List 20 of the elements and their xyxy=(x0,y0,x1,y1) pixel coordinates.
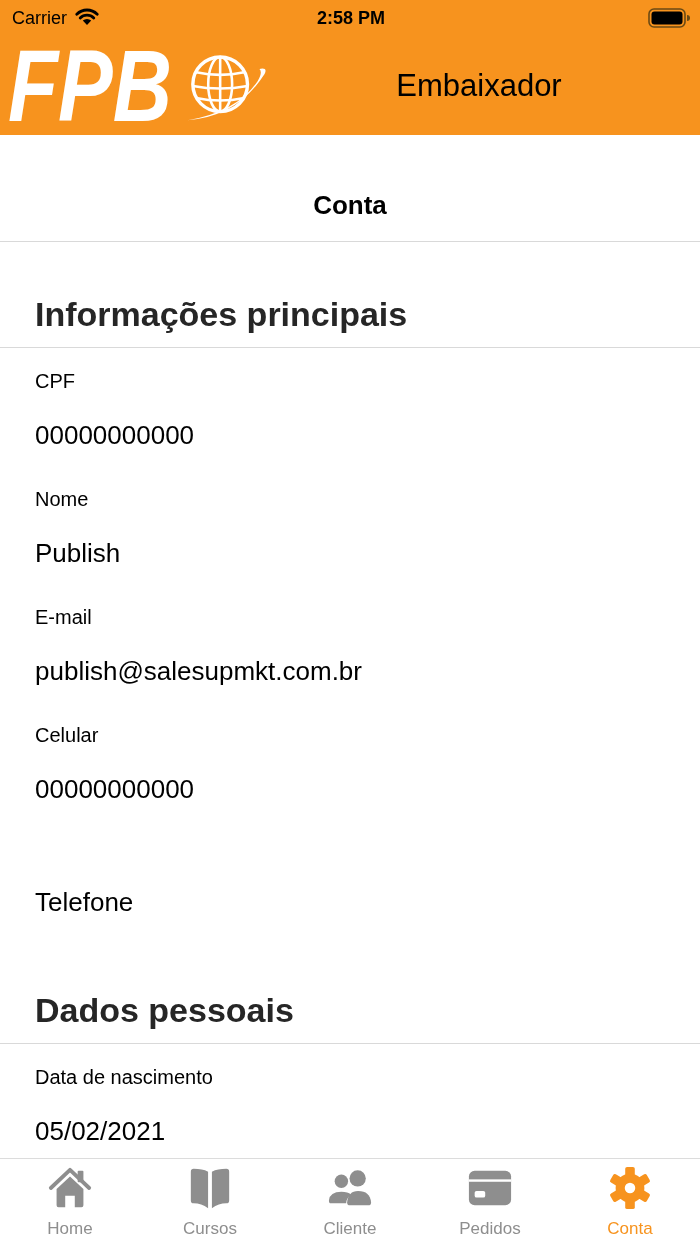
text-field[interactable]: 00000000000 xyxy=(35,419,195,451)
text-field[interactable]: publish@salesupmkt.com.br xyxy=(35,655,362,687)
wifi-icon xyxy=(75,7,99,25)
field-label: E-mail xyxy=(35,605,92,629)
text-field[interactable]: 05/02/2021 xyxy=(35,1115,166,1147)
clock-time: 2:58 PM xyxy=(317,7,385,29)
app-title: Embaixador xyxy=(396,67,562,104)
section-heading: Dados pessoais xyxy=(35,991,294,1029)
carrier-name: Carrier xyxy=(12,7,67,29)
text-field[interactable]: 00000000000 xyxy=(35,773,195,805)
field-label: CPF xyxy=(35,369,75,393)
field-label: Celular xyxy=(35,723,99,747)
battery-icon xyxy=(648,8,690,28)
text-field[interactable]: Publish xyxy=(35,537,121,569)
field-label: Nome xyxy=(35,487,89,511)
logo-text: FPB xyxy=(8,44,173,127)
text-field[interactable]: Telefone xyxy=(35,886,134,918)
section-heading: Informações principais xyxy=(35,295,408,333)
field-label: Data de nascimento xyxy=(35,1065,213,1089)
page-title: Conta xyxy=(313,189,387,221)
